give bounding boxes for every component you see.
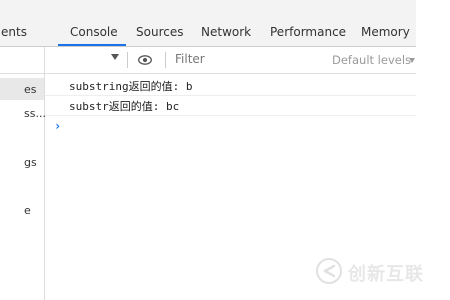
console-prompt-icon[interactable]: › xyxy=(54,119,61,133)
tab-network[interactable]: Network xyxy=(201,25,251,41)
filter-input[interactable] xyxy=(171,50,329,68)
window-margin xyxy=(416,0,450,300)
tab-performance[interactable]: Performance xyxy=(270,25,346,41)
sidebar-item-messages[interactable]: es xyxy=(24,83,37,96)
watermark: 创新互联 xyxy=(316,258,446,285)
toolbar-separator xyxy=(165,52,166,68)
console-message-text: substr返回的值: bc xyxy=(69,100,180,113)
tab-elements[interactable]: ents xyxy=(1,25,27,41)
context-dropdown-arrow-icon[interactable] xyxy=(111,54,119,60)
sidebar-divider xyxy=(44,47,45,73)
tab-memory[interactable]: Memory xyxy=(361,25,410,41)
console-message-row: substr返回的值: bc xyxy=(45,95,416,116)
watermark-logo-icon xyxy=(316,258,342,284)
console-message-text: substring返回的值: b xyxy=(69,80,193,93)
toolbar-separator xyxy=(127,52,128,68)
sidebar-item-verbose[interactable]: e xyxy=(24,204,31,217)
tab-sources[interactable]: Sources xyxy=(136,25,183,41)
watermark-text: 创新互联 xyxy=(348,264,424,285)
devtools-tab-bar: ents Console Sources Network Performance… xyxy=(0,0,416,47)
active-tab-indicator xyxy=(58,44,126,46)
sidebar-item-warnings[interactable]: gs xyxy=(24,156,37,169)
console-sidebar: es ss... gs e xyxy=(0,74,46,300)
chevron-down-icon[interactable] xyxy=(409,58,415,63)
tab-console[interactable]: Console xyxy=(70,25,118,41)
sidebar-selected-highlight xyxy=(0,78,44,100)
console-toolbar: Default levels xyxy=(0,47,416,74)
console-message-row: substring返回的值: b xyxy=(45,75,416,96)
devtools-window: ents Console Sources Network Performance… xyxy=(0,0,450,300)
eye-icon[interactable] xyxy=(138,55,152,65)
sidebar-item-errors[interactable]: ss... xyxy=(24,107,46,120)
log-levels-dropdown[interactable]: Default levels xyxy=(332,53,411,67)
